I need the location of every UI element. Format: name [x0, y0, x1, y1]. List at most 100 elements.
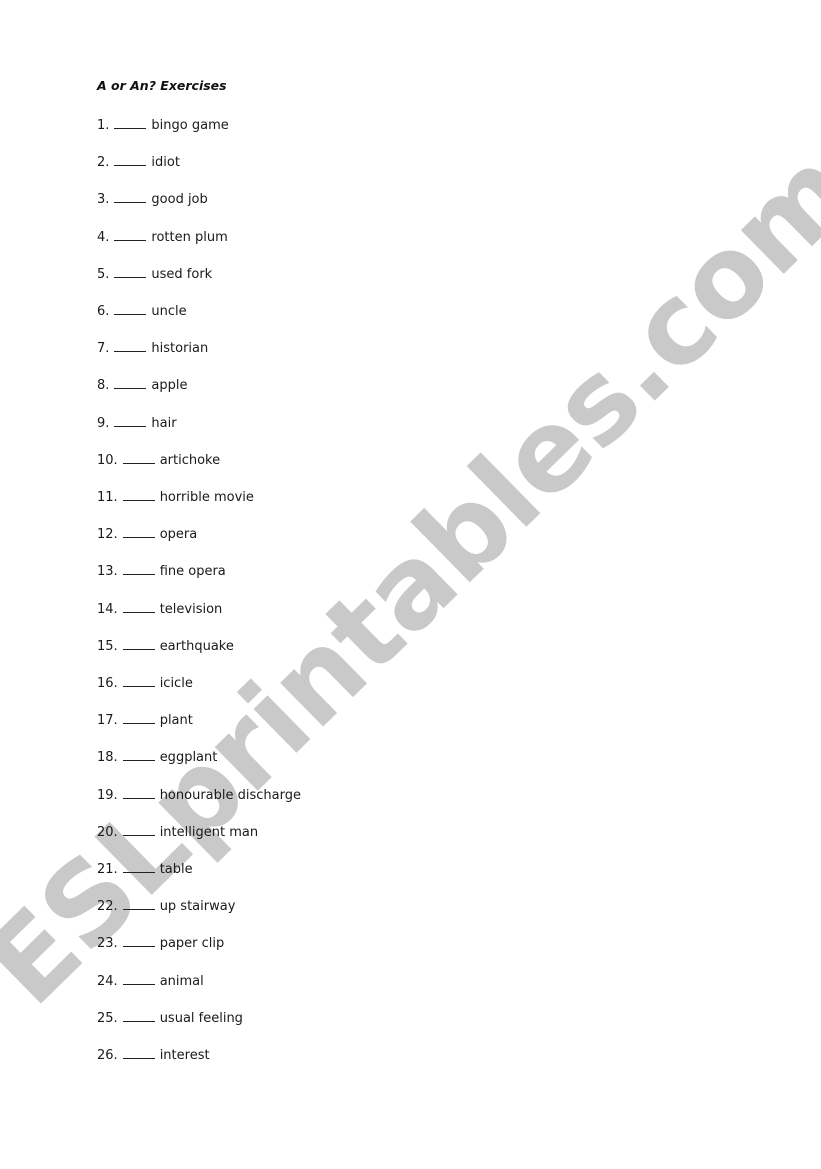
exercise-item: 19. honourable discharge	[97, 786, 301, 804]
answer-blank[interactable]	[122, 823, 155, 836]
answer-blank[interactable]	[114, 265, 147, 278]
exercise-item: 1. bingo game	[97, 116, 229, 134]
item-phrase: interest	[159, 1048, 210, 1063]
item-number: 1.	[97, 118, 110, 133]
item-number: 22.	[97, 899, 118, 915]
item-number: 24.	[97, 973, 118, 989]
exercise-item: 10. artichoke	[97, 451, 220, 469]
answer-blank[interactable]	[122, 488, 155, 501]
answer-blank[interactable]	[114, 376, 147, 390]
exercise-item: 20. intelligent man	[97, 823, 258, 841]
exercise-item: 25. usual feeling	[97, 1009, 243, 1027]
answer-blank[interactable]	[114, 414, 147, 427]
answer-blank[interactable]	[114, 228, 147, 241]
item-number: 5.	[97, 266, 110, 282]
item-phrase: hair	[151, 415, 177, 431]
item-phrase: artichoke	[159, 452, 221, 468]
answer-blank[interactable]	[122, 637, 155, 650]
answer-blank[interactable]	[122, 674, 155, 687]
item-phrase: idiot	[151, 155, 180, 171]
item-phrase: opera	[159, 527, 198, 543]
answer-blank[interactable]	[122, 934, 155, 948]
answer-blank[interactable]	[114, 153, 147, 167]
exercise-item: 13. fine opera	[97, 562, 226, 580]
item-number: 12.	[97, 527, 118, 543]
exercise-item: 17. plant	[97, 711, 193, 729]
answer-blank[interactable]	[122, 600, 155, 613]
item-number: 4.	[97, 229, 110, 245]
exercise-item: 6. uncle	[97, 302, 187, 320]
exercise-item: 26. interest	[97, 1046, 210, 1064]
item-phrase: earthquake	[159, 638, 234, 654]
exercise-item: 23. paper clip	[97, 934, 224, 952]
answer-blank[interactable]	[122, 1009, 155, 1022]
item-phrase: usual feeling	[159, 1010, 243, 1026]
item-phrase: eggplant	[159, 750, 218, 766]
item-phrase: up stairway	[159, 899, 236, 915]
exercise-item: 12. opera	[97, 525, 197, 543]
item-phrase: animal	[159, 973, 204, 989]
answer-blank[interactable]	[122, 451, 155, 464]
item-phrase: used fork	[151, 266, 213, 282]
item-phrase: intelligent man	[159, 824, 259, 840]
item-number: 17.	[97, 713, 118, 729]
item-number: 15.	[97, 638, 118, 654]
exercise-item: 3. good job	[97, 190, 208, 208]
item-phrase: uncle	[151, 304, 187, 319]
worksheet-page: ESLprintables.com A or An? Exercises 1. b…	[0, 0, 821, 1169]
item-number: 10.	[97, 452, 118, 468]
item-number: 16.	[97, 676, 118, 691]
item-phrase: historian	[151, 341, 209, 357]
item-phrase: bingo game	[151, 118, 229, 133]
item-number: 14.	[97, 601, 118, 617]
answer-blank[interactable]	[122, 525, 155, 539]
item-number: 18.	[97, 750, 118, 766]
exercise-item: 2. idiot	[97, 153, 180, 171]
item-number: 7.	[97, 341, 110, 357]
exercise-item: 15. earthquake	[97, 637, 234, 655]
exercise-item: 24. animal	[97, 972, 204, 990]
answer-blank[interactable]	[122, 711, 155, 725]
item-number: 21.	[97, 862, 118, 877]
answer-blank[interactable]	[122, 786, 155, 799]
item-phrase: rotten plum	[151, 229, 228, 245]
worksheet-title: A or An? Exercises	[97, 78, 227, 93]
item-number: 11.	[97, 490, 118, 505]
answer-blank[interactable]	[114, 302, 147, 315]
item-number: 26.	[97, 1048, 118, 1063]
answer-blank[interactable]	[122, 1046, 155, 1059]
exercise-item: 18. eggplant	[97, 748, 217, 766]
item-number: 3.	[97, 192, 110, 208]
exercise-item: 8. apple	[97, 376, 188, 394]
answer-blank[interactable]	[114, 116, 147, 129]
answer-blank[interactable]	[114, 339, 147, 353]
exercise-item: 7. historian	[97, 339, 208, 357]
exercise-item: 21. table	[97, 860, 193, 878]
item-number: 9.	[97, 415, 110, 431]
item-phrase: icicle	[159, 676, 193, 691]
item-number: 8.	[97, 378, 110, 394]
answer-blank[interactable]	[122, 972, 155, 985]
item-phrase: paper clip	[159, 936, 225, 952]
item-phrase: apple	[151, 378, 188, 394]
item-number: 6.	[97, 304, 110, 319]
item-phrase: fine opera	[159, 564, 226, 580]
exercise-item: 22. up stairway	[97, 897, 235, 915]
item-number: 13.	[97, 564, 118, 580]
answer-blank[interactable]	[114, 190, 147, 204]
answer-blank[interactable]	[122, 748, 155, 762]
item-number: 23.	[97, 936, 118, 952]
answer-blank[interactable]	[122, 860, 155, 873]
exercise-item: 4. rotten plum	[97, 228, 228, 246]
item-phrase: table	[159, 862, 193, 877]
item-number: 25.	[97, 1010, 118, 1026]
item-phrase: good job	[151, 192, 208, 208]
answer-blank[interactable]	[122, 897, 155, 911]
exercise-item: 5. used fork	[97, 265, 212, 283]
item-phrase: honourable discharge	[159, 787, 301, 803]
exercise-item: 9. hair	[97, 414, 177, 432]
answer-blank[interactable]	[122, 562, 155, 576]
exercise-item: 16. icicle	[97, 674, 193, 692]
exercise-item: 14. television	[97, 600, 222, 618]
item-phrase: television	[159, 601, 223, 617]
